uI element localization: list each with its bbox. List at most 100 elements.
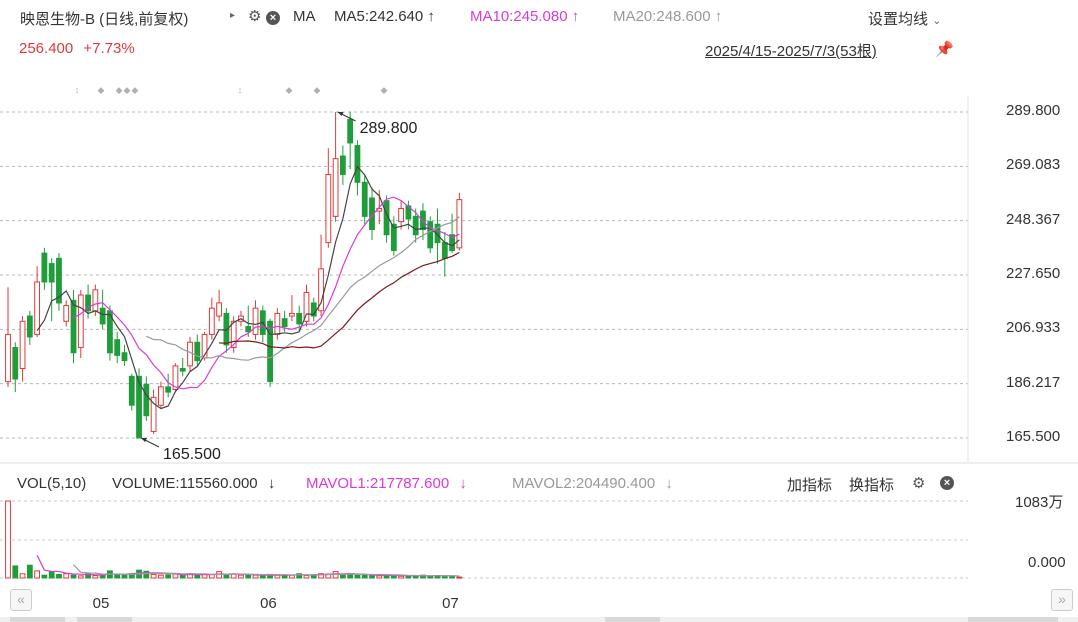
scroll-left-icon[interactable]: «: [10, 589, 32, 611]
scroll-thumb[interactable]: [77, 617, 132, 622]
volume-bar[interactable]: [194, 574, 201, 579]
volume-bar[interactable]: [252, 574, 259, 579]
event-marker-icon[interactable]: ↕: [75, 85, 80, 95]
volume-bar[interactable]: [369, 575, 375, 579]
candle-body[interactable]: [339, 155, 346, 175]
volume-bar[interactable]: [245, 574, 252, 579]
event-marker-icon[interactable]: ◆: [116, 85, 123, 95]
volume-bar[interactable]: [150, 573, 157, 579]
candle-body[interactable]: [19, 320, 26, 369]
event-marker-icon[interactable]: ◆: [286, 85, 293, 95]
volume-bar[interactable]: [5, 500, 11, 579]
volume-bar[interactable]: [179, 575, 186, 579]
candle-body[interactable]: [296, 312, 303, 325]
candle-body[interactable]: [128, 375, 135, 406]
event-marker-icon[interactable]: ◆: [314, 85, 321, 95]
candle-body[interactable]: [267, 320, 273, 383]
volume-bar[interactable]: [165, 574, 172, 579]
candle-body[interactable]: [114, 339, 121, 356]
candle-body[interactable]: [150, 396, 157, 432]
candle-body[interactable]: [245, 326, 252, 333]
volume-bar[interactable]: [456, 576, 463, 579]
volume-bar[interactable]: [26, 564, 33, 579]
candle-body[interactable]: [427, 221, 434, 249]
volume-bar[interactable]: [70, 574, 77, 579]
scroll-track[interactable]: [0, 617, 1078, 622]
scroll-right-icon[interactable]: »: [1051, 589, 1073, 611]
candle-body[interactable]: [143, 383, 150, 417]
volume-bar[interactable]: [259, 575, 266, 579]
candle-body[interactable]: [34, 281, 41, 335]
volume-bar[interactable]: [376, 575, 383, 579]
price-chart[interactable]: ↕ ◆ ◆ ◆ ◆ ↕ ◆ ◆ ◆ 289.800165.500: [0, 0, 1078, 622]
candle-body[interactable]: [77, 294, 84, 349]
candle-body[interactable]: [361, 181, 368, 217]
candle-body[interactable]: [165, 386, 172, 393]
volume-bar[interactable]: [19, 573, 26, 579]
candle-body[interactable]: [92, 289, 99, 312]
candle-body[interactable]: [187, 341, 193, 367]
volume-bar[interactable]: [77, 575, 84, 579]
candle-body[interactable]: [289, 312, 295, 317]
x-tick-label: 05: [92, 595, 110, 612]
volume-bar[interactable]: [303, 575, 310, 579]
volume-bar[interactable]: [114, 574, 121, 579]
candle-body[interactable]: [12, 347, 19, 380]
volume-bar[interactable]: [238, 574, 244, 579]
candle-body[interactable]: [281, 318, 288, 328]
candle-body[interactable]: [70, 299, 77, 354]
event-marker-icon[interactable]: ◆: [381, 85, 388, 95]
scroll-thumb-mid[interactable]: [605, 617, 660, 622]
swap-indicator-button[interactable]: 换指标: [849, 474, 894, 495]
candle-body[interactable]: [325, 173, 332, 244]
volume-bar[interactable]: [339, 574, 346, 579]
candle-body[interactable]: [121, 352, 128, 362]
candle-body[interactable]: [252, 307, 259, 335]
volume-bar[interactable]: [361, 574, 368, 579]
candle-body[interactable]: [398, 208, 405, 223]
scroll-thumb-right[interactable]: [968, 617, 1058, 622]
candle-body[interactable]: [412, 215, 419, 236]
candle-body[interactable]: [216, 302, 223, 317]
candle-body[interactable]: [354, 145, 361, 183]
volume-bar[interactable]: [92, 575, 99, 579]
event-marker-icon[interactable]: ↕: [238, 85, 243, 95]
volume-bar[interactable]: [223, 575, 230, 579]
volume-bar[interactable]: [354, 575, 361, 579]
candle-body[interactable]: [5, 333, 11, 383]
candle-body[interactable]: [332, 158, 339, 217]
candle-body[interactable]: [179, 367, 186, 372]
volume-bar[interactable]: [143, 570, 150, 579]
candle-body[interactable]: [194, 341, 201, 362]
volume-close-icon[interactable]: ×: [940, 476, 954, 490]
add-indicator-button[interactable]: 加指标: [787, 474, 832, 495]
volume-bar[interactable]: [56, 573, 62, 579]
candle-body[interactable]: [347, 118, 354, 144]
event-marker-icon[interactable]: ◆: [132, 85, 139, 95]
event-marker-icon[interactable]: ◆: [98, 85, 105, 95]
volume-gear-icon[interactable]: ⚙: [912, 474, 925, 492]
candle-body[interactable]: [441, 242, 448, 259]
candle-body[interactable]: [63, 305, 70, 322]
volume-bar[interactable]: [41, 574, 48, 579]
volume-bar[interactable]: [12, 565, 19, 579]
y-tick-label: 269.083: [1006, 156, 1061, 174]
volume-bar[interactable]: [157, 574, 164, 579]
scroll-thumb-left[interactable]: [10, 617, 65, 622]
candle-body[interactable]: [157, 386, 164, 406]
mavol2-label: MAVOL2:204490.400: [512, 475, 656, 492]
candle-body[interactable]: [48, 263, 55, 283]
candle-body[interactable]: [420, 210, 426, 230]
candle-body[interactable]: [208, 307, 215, 335]
volume-bar[interactable]: [48, 571, 55, 579]
candle-body[interactable]: [41, 252, 48, 283]
volume-bar[interactable]: [412, 575, 419, 579]
volume-bar[interactable]: [34, 570, 41, 579]
event-marker-icon[interactable]: ◆: [124, 85, 131, 95]
candle-body[interactable]: [274, 312, 281, 335]
volume-bar[interactable]: [63, 573, 70, 579]
candle-body[interactable]: [26, 315, 33, 338]
ma5-line: [36, 165, 460, 410]
volume-bar[interactable]: [398, 575, 405, 579]
candle-body[interactable]: [99, 307, 106, 325]
